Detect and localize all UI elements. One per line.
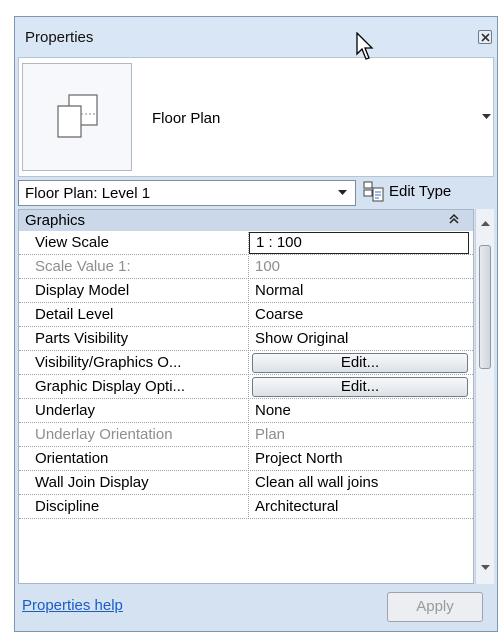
property-name: View Scale <box>35 234 109 251</box>
property-row[interactable]: Graphic Display Opti... Edit... <box>19 376 473 399</box>
view-scale-input[interactable]: 1 : 100 <box>249 232 469 254</box>
property-name: Detail Level <box>35 306 114 323</box>
property-name: Graphic Display Opti... <box>35 378 186 395</box>
property-row[interactable]: View Scale 1 : 100 <box>19 232 473 255</box>
edit-button[interactable]: Edit... <box>252 353 468 373</box>
dropdown-arrow-icon <box>338 190 347 195</box>
property-row[interactable]: Wall Join Display Clean all wall joins <box>19 472 473 495</box>
property-value[interactable]: Architectural <box>255 498 338 515</box>
group-header-graphics[interactable]: Graphics <box>19 210 473 231</box>
property-value: Plan <box>255 426 286 443</box>
group-header-label: Graphics <box>25 212 86 229</box>
properties-help-link[interactable]: Properties help <box>22 597 123 614</box>
column-divider <box>248 400 249 423</box>
property-row[interactable]: Underlay None <box>19 400 473 423</box>
property-row[interactable]: Orientation Project North <box>19 448 473 471</box>
edit-type-label: Edit Type <box>389 183 452 200</box>
column-divider <box>248 496 249 519</box>
column-divider <box>248 280 249 303</box>
property-name: Discipline <box>35 498 100 515</box>
column-divider <box>248 328 249 351</box>
property-value[interactable]: Normal <box>255 282 303 299</box>
column-divider <box>248 376 249 399</box>
double-chevron-up-icon[interactable] <box>449 213 459 225</box>
property-value: 100 <box>255 258 281 275</box>
scroll-up-icon[interactable] <box>481 220 490 226</box>
mouse-cursor-icon <box>356 32 374 60</box>
close-icon[interactable] <box>478 30 492 44</box>
apply-button[interactable]: Apply <box>387 592 483 622</box>
properties-grid: Graphics View Scale 1 : 100 Scale Value 1:… <box>18 209 474 584</box>
properties-scrollbar[interactable] <box>475 209 494 584</box>
column-divider <box>248 304 249 327</box>
instance-filter-value: Floor Plan: Level 1 <box>25 185 151 202</box>
property-value[interactable]: Show Original <box>255 330 348 347</box>
type-preview <box>22 63 132 171</box>
property-row[interactable]: Underlay Orientation Plan <box>19 424 473 447</box>
property-name: Parts Visibility <box>35 330 129 347</box>
column-divider <box>248 256 249 279</box>
property-value[interactable]: Clean all wall joins <box>255 474 378 491</box>
property-value[interactable]: None <box>255 402 291 419</box>
property-value: 1 : 100 <box>256 234 302 251</box>
column-divider <box>248 472 249 495</box>
column-divider <box>248 424 249 447</box>
property-row[interactable]: Visibility/Graphics O... Edit... <box>19 352 473 375</box>
palette-title: Properties <box>25 29 94 46</box>
title-bar[interactable]: Properties <box>15 17 497 57</box>
property-name: Visibility/Graphics O... <box>35 354 182 371</box>
property-row[interactable]: Display Model Normal <box>19 280 473 303</box>
edit-type-icon <box>363 181 384 202</box>
property-value[interactable]: Project North <box>255 450 343 467</box>
type-selector[interactable]: Floor Plan <box>18 57 494 177</box>
property-row[interactable]: Parts Visibility Show Original <box>19 328 473 351</box>
instance-filter-dropdown[interactable]: Floor Plan: Level 1 <box>18 180 356 206</box>
property-value[interactable]: Coarse <box>255 306 303 323</box>
property-name: Display Model <box>35 282 130 299</box>
type-name: Floor Plan <box>152 110 221 127</box>
property-row[interactable]: Scale Value 1: 100 <box>19 256 473 279</box>
property-row[interactable]: Detail Level Coarse <box>19 304 473 327</box>
property-name: Wall Join Display <box>35 474 149 491</box>
column-divider <box>248 352 249 375</box>
scroll-down-icon[interactable] <box>481 565 490 571</box>
property-name: Underlay Orientation <box>35 426 173 443</box>
chevron-down-icon[interactable] <box>482 114 491 120</box>
property-name: Scale Value 1: <box>35 258 131 275</box>
properties-palette: Properties Floor Plan Floor Plan: Level … <box>14 16 498 632</box>
edit-button[interactable]: Edit... <box>252 377 468 397</box>
property-name: Orientation <box>35 450 109 467</box>
column-divider <box>248 448 249 471</box>
floor-plan-icon <box>57 94 98 138</box>
scroll-thumb[interactable] <box>479 245 491 369</box>
property-name: Underlay <box>35 402 96 419</box>
property-row[interactable]: Discipline Architectural <box>19 496 473 519</box>
